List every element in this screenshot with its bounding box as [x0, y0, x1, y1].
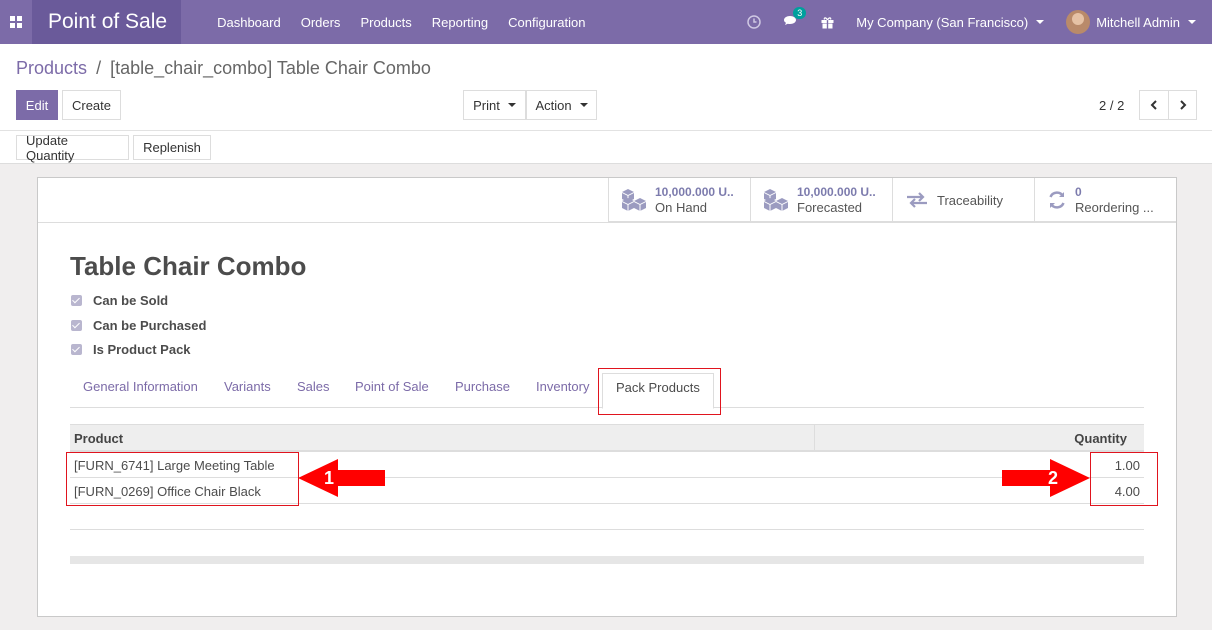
can-be-purchased-checkbox[interactable]: Can be Purchased [71, 318, 206, 333]
user-name: Mitchell Admin [1096, 14, 1180, 30]
column-divider [814, 425, 815, 451]
forecasted-value: 10,000.000 U.. [797, 185, 876, 199]
arrow-left-icon [298, 459, 385, 497]
product-highlight-box [66, 452, 299, 506]
on-hand-label: On Hand [655, 200, 708, 215]
traceability-label: Traceability [937, 192, 1003, 208]
forecasted-label: Forecasted [797, 200, 863, 215]
smart-buttons: 10,000.000 U.. On Hand 10,000.000 U.. Fore… [608, 178, 1176, 222]
form-sheet: 10,000.000 U.. On Hand 10,000.000 U.. Fore… [37, 177, 1177, 617]
menu-dashboard[interactable]: Dashboard [217, 15, 281, 30]
cubes-icon [622, 189, 646, 211]
cubes-icon [764, 189, 788, 211]
top-navbar: Point of Sale Dashboard Orders Products … [0, 0, 1212, 44]
empty-table-row [70, 504, 1144, 530]
table-footer [70, 556, 1144, 564]
control-panel: Products / [table_chair_combo] Table Cha… [0, 44, 1212, 164]
checkbox-icon [71, 320, 82, 331]
chevron-down-icon [507, 103, 516, 107]
apps-menu-icon[interactable] [0, 0, 32, 44]
main-menu: Dashboard Orders Products Reporting Conf… [217, 15, 605, 30]
menu-orders[interactable]: Orders [301, 15, 341, 30]
chevron-down-icon [1188, 20, 1196, 24]
tab-purchase[interactable]: Purchase [455, 379, 510, 394]
checkbox-icon [71, 344, 82, 355]
smart-buttons-divider [38, 222, 1176, 223]
pager-value: 2 / 2 [1099, 98, 1125, 113]
tab-general-information[interactable]: General Information [83, 379, 198, 394]
message-count-badge: 3 [793, 7, 807, 19]
chevron-left-icon [1150, 100, 1157, 110]
menu-reporting[interactable]: Reporting [432, 15, 488, 30]
chevron-down-icon [579, 103, 588, 107]
refresh-icon [1049, 191, 1065, 209]
activity-clock-icon[interactable] [747, 15, 761, 29]
tab-sales[interactable]: Sales [297, 379, 330, 394]
column-header-quantity[interactable]: Quantity [1074, 431, 1127, 446]
traceability-button[interactable]: Traceability [892, 178, 1034, 222]
product-title: Table Chair Combo [70, 251, 307, 281]
tab-variants[interactable]: Variants [224, 379, 271, 394]
breadcrumb-separator: / [96, 58, 102, 78]
checkbox-label: Is Product Pack [93, 342, 191, 357]
checkbox-icon [71, 295, 82, 306]
breadcrumb: Products / [table_chair_combo] Table Cha… [16, 58, 431, 79]
print-dropdown[interactable]: Print [463, 90, 526, 120]
tab-inventory[interactable]: Inventory [536, 379, 589, 394]
annotation-number-1: 1 [324, 468, 335, 488]
arrow-right-icon [1002, 459, 1090, 497]
pager-next-button[interactable] [1168, 90, 1197, 120]
breadcrumb-current: [table_chair_combo] Table Chair Combo [110, 58, 431, 78]
control-panel-divider [0, 130, 1212, 131]
reordering-value: 0 [1075, 185, 1082, 199]
company-name: My Company (San Francisco) [856, 14, 1029, 30]
checkbox-label: Can be Sold [93, 293, 169, 308]
print-label: Print [473, 97, 500, 113]
reordering-label: Reordering ... [1075, 200, 1154, 215]
pager-previous-button[interactable] [1139, 90, 1169, 120]
exchange-icon [907, 192, 927, 208]
update-quantity-button[interactable]: Update Quantity [16, 133, 129, 163]
menu-configuration[interactable]: Configuration [508, 15, 585, 30]
gift-icon[interactable] [821, 16, 834, 29]
action-label: Action [535, 97, 572, 113]
breadcrumb-products-link[interactable]: Products [16, 58, 87, 78]
app-name[interactable]: Point of Sale [32, 0, 182, 44]
menu-products[interactable]: Products [360, 15, 411, 30]
checkbox-label: Can be Purchased [93, 318, 207, 333]
on-hand-value: 10,000.000 U.. [655, 185, 734, 199]
user-menu[interactable]: Mitchell Admin [1066, 10, 1196, 34]
on-hand-button[interactable]: 10,000.000 U.. On Hand [608, 178, 750, 222]
company-switcher[interactable]: My Company (San Francisco) [856, 14, 1045, 30]
replenish-button[interactable]: Replenish [133, 135, 211, 160]
can-be-sold-checkbox[interactable]: Can be Sold [71, 293, 168, 308]
action-dropdown[interactable]: Action [526, 90, 597, 120]
is-product-pack-checkbox[interactable]: Is Product Pack [71, 342, 191, 357]
reordering-button[interactable]: 0 Reordering ... [1034, 178, 1176, 222]
quantity-highlight-box [1090, 452, 1158, 506]
edit-button[interactable]: Edit [16, 90, 58, 120]
avatar [1066, 10, 1091, 34]
chevron-down-icon [1036, 20, 1045, 24]
annotation-number-2: 2 [1048, 468, 1059, 488]
tab-highlight-box [598, 368, 721, 415]
tab-point-of-sale[interactable]: Point of Sale [355, 379, 429, 394]
chevron-right-icon [1179, 100, 1186, 110]
column-header-product[interactable]: Product [74, 431, 123, 446]
forecasted-button[interactable]: 10,000.000 U.. Forecasted [750, 178, 892, 222]
messages-icon[interactable]: 3 [783, 7, 807, 29]
table-header: Product Quantity [70, 424, 1144, 452]
create-button[interactable]: Create [62, 90, 121, 120]
